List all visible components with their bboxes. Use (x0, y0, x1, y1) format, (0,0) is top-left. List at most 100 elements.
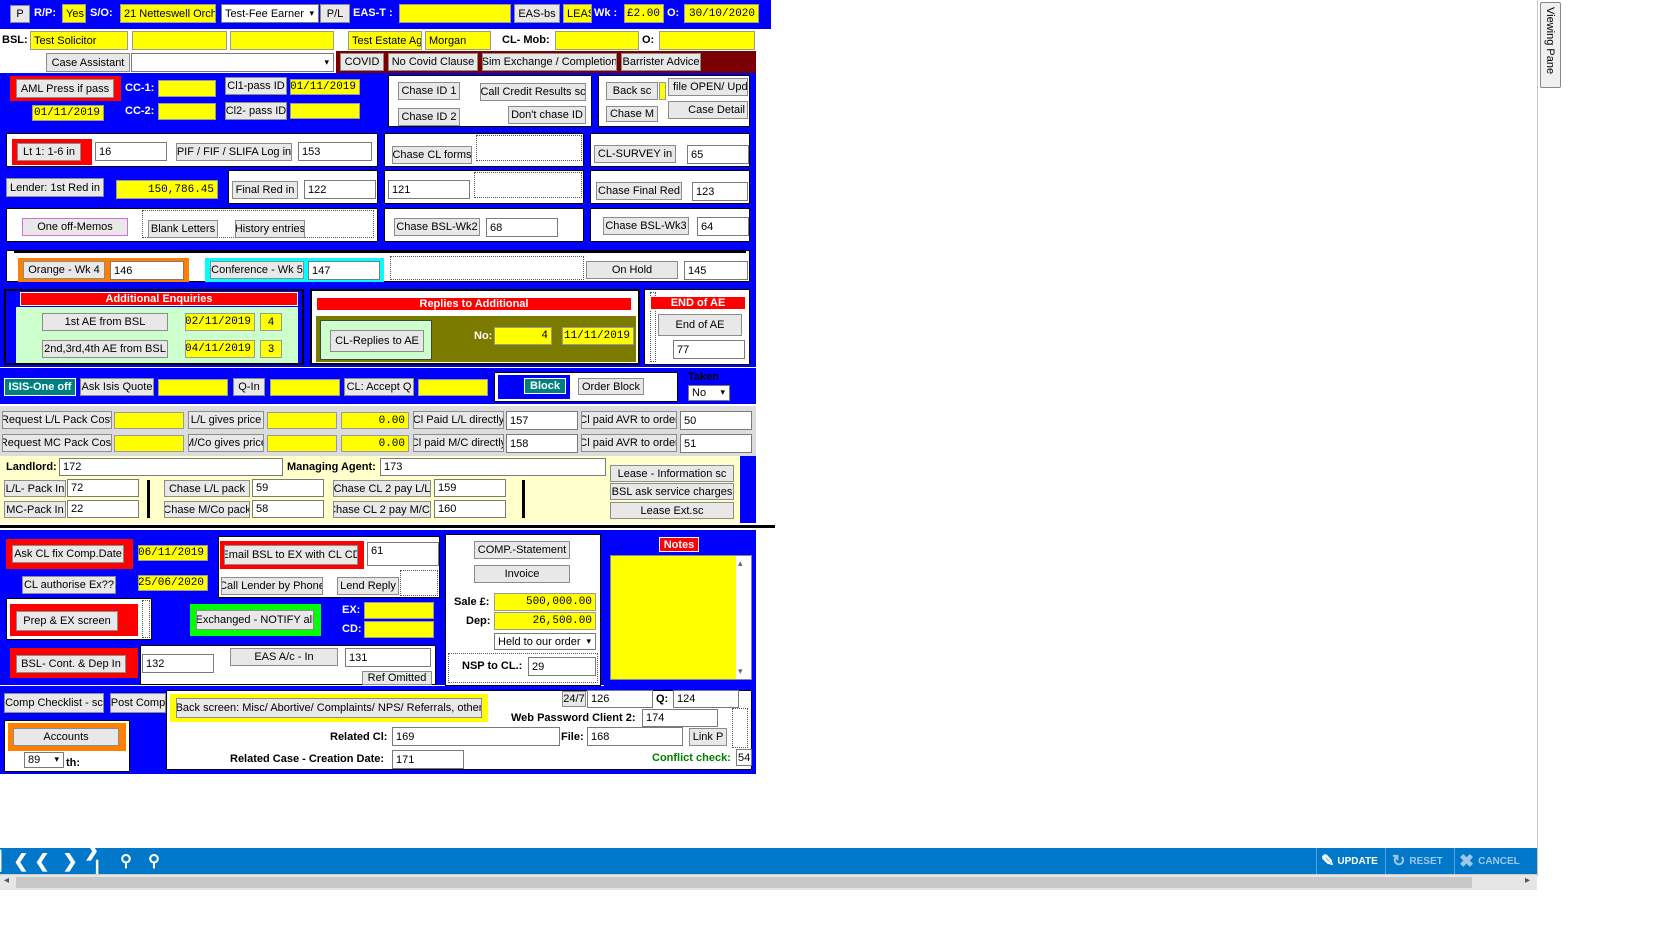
lender-amount[interactable]: 150,786.45 (116, 180, 218, 199)
conference-button[interactable]: Conference - Wk 5 (210, 261, 304, 279)
cc1-field[interactable] (158, 80, 216, 97)
req-mc-button[interactable]: Request MC Pack Cost (2, 434, 112, 452)
file-field[interactable]: 168 (587, 727, 683, 746)
covid-button[interactable]: COVID (340, 53, 384, 71)
eas-ac-field[interactable]: 131 (345, 648, 431, 667)
search-icon[interactable]: ⚲ (112, 848, 140, 874)
lease-info-button[interactable]: Lease - Information sc (610, 465, 734, 482)
exchanged-button[interactable]: Exchanged - NOTIFY all (196, 610, 314, 630)
cl-accept-field[interactable] (418, 379, 488, 396)
ref-omitted-button[interactable]: Ref Omitted (362, 671, 432, 685)
avr1-button[interactable]: Cl paid AVR to order (581, 411, 677, 429)
scroll-down-icon[interactable]: ▾ (738, 666, 743, 677)
cc2-field[interactable] (158, 103, 216, 120)
avr1-field[interactable]: 50 (680, 411, 752, 430)
final-red-field[interactable]: 122 (304, 180, 376, 199)
q-in-field[interactable] (270, 379, 340, 396)
orange-field[interactable]: 146 (110, 261, 184, 280)
mc-amount[interactable]: 0.00 (341, 435, 409, 452)
orange-button[interactable]: Orange - Wk 4 (23, 261, 105, 279)
cd-field[interactable] (364, 621, 434, 638)
chase-cl2-ll-button[interactable]: Chase CL 2 pay L/L (333, 480, 431, 497)
last-record-icon[interactable]: ❯▕ (84, 840, 112, 881)
email-bsl-button[interactable]: Email BSL to EX with CL CD (224, 545, 358, 565)
val121-field[interactable]: 121 (388, 180, 470, 199)
eas-bs-button[interactable]: EAS-bs (514, 4, 560, 23)
second-ae-button[interactable]: 2nd,3rd,4th AE from BSL (42, 340, 168, 358)
notes-textarea[interactable] (610, 555, 752, 680)
lender-red-button[interactable]: Lender: 1st Red in (6, 178, 104, 197)
first-record-icon[interactable]: ▏❮ (0, 848, 28, 874)
ll-gives-button[interactable]: L/L gives price (188, 411, 264, 429)
cl-survey-field[interactable]: 65 (687, 145, 749, 164)
lt1-button[interactable]: Lt 1: 1-6 in (17, 143, 81, 161)
chase-cl2-mco-field[interactable]: 160 (434, 500, 506, 518)
bsl-cont-button[interactable]: BSL- Cont. & Dep In (16, 655, 126, 673)
h24-button[interactable]: 24/7 (562, 691, 586, 707)
chase-m-button[interactable]: Chase M (606, 106, 658, 122)
scroll-left-icon[interactable]: ◂ (4, 875, 9, 886)
landlord-field[interactable]: 172 (59, 458, 283, 476)
cl-mob-field[interactable] (555, 31, 639, 50)
conflict-field[interactable]: 54 (736, 749, 752, 766)
nsp-field[interactable]: 29 (528, 657, 596, 676)
chase-ll-pack-field[interactable]: 59 (252, 479, 324, 497)
leas-button[interactable]: LEAS (563, 4, 592, 23)
avr2-field[interactable]: 51 (680, 434, 752, 453)
pl-button[interactable]: P/L (320, 4, 350, 23)
pif-field[interactable]: 153 (298, 142, 372, 161)
chase-final-red-button[interactable]: Chase Final Red (596, 182, 682, 200)
o-value[interactable]: 30/10/2020 (684, 4, 759, 23)
order-block-button[interactable]: Order Block (578, 378, 644, 395)
solicitor-field[interactable]: Test Solicitor (30, 31, 128, 50)
so-value[interactable]: 21 Netteswell Orchar (120, 4, 216, 23)
email-field[interactable]: 61 (367, 542, 439, 566)
reset-button[interactable]: ↻ RESET (1385, 848, 1453, 874)
second-ae-count[interactable]: 3 (260, 340, 282, 358)
viewing-pane-tab[interactable]: Viewing Pane (1540, 2, 1561, 88)
wk3-field[interactable]: 64 (697, 217, 749, 236)
estate-agent-field[interactable]: Test Estate Age (348, 31, 422, 50)
mco-gives-button[interactable]: M/Co gives price (188, 434, 264, 452)
first-ae-button[interactable]: 1st AE from BSL (42, 313, 168, 331)
q-in-button[interactable]: Q-In (233, 378, 265, 396)
bsl-service-button[interactable]: BSL ask service charges (610, 483, 734, 500)
ll-pack-in-button[interactable]: L/L- Pack In (4, 480, 66, 497)
chase-final-field[interactable]: 123 (692, 182, 748, 201)
end-ae-field[interactable]: 77 (673, 340, 745, 359)
first-ae-count[interactable]: 4 (260, 313, 282, 331)
chase-bsl-wk3-button[interactable]: Chase BSL-Wk3 (603, 217, 689, 235)
one-off-memos-button[interactable]: One off-Memos (22, 218, 128, 236)
mco-gives-field[interactable] (267, 435, 337, 452)
comp-checklist-button[interactable]: Comp Checklist - sc (4, 693, 104, 713)
req-ll-button[interactable]: Request L/L Pack Cost (2, 411, 112, 429)
back-screen-button[interactable]: Back screen: Misc/ Abortive/ Complaints/… (176, 698, 482, 718)
mc-pack-in-field[interactable]: 22 (67, 500, 139, 518)
cl1-pass-button[interactable]: Cl1-pass ID (225, 77, 287, 95)
taken-select[interactable]: No ▾ (688, 385, 730, 401)
replies-date[interactable]: 11/11/2019 (562, 327, 634, 345)
sim-exchange-button[interactable]: Sim Exchange / Completion (482, 53, 617, 71)
ll-gives-field[interactable] (267, 412, 337, 429)
invoice-button[interactable]: Invoice (474, 565, 570, 583)
case-assistant-select[interactable]: ▾ (131, 53, 334, 72)
managing-field[interactable]: 173 (380, 458, 606, 476)
barrister-button[interactable]: Barrister Advice (621, 53, 701, 71)
comp-statement-button[interactable]: COMP.-Statement (474, 541, 570, 559)
rp-value[interactable]: Yes (62, 4, 86, 23)
req-ll-field[interactable] (114, 412, 184, 429)
ask-isis-field[interactable] (158, 379, 228, 396)
file-open-button[interactable]: file OPEN/ Upda (668, 78, 748, 96)
accounts-button[interactable]: Accounts (13, 728, 119, 746)
ask-cl-fix-button[interactable]: Ask CL fix Comp.Date (12, 545, 124, 563)
held-select[interactable]: Held to our order ▾ (494, 633, 596, 650)
pif-button[interactable]: PIF / FIF / SLIFA Log in (176, 143, 292, 161)
req-mc-field[interactable] (114, 435, 184, 452)
eas-ac-button[interactable]: EAS A/c - In (230, 648, 338, 666)
next-record-icon[interactable]: ❯ (56, 848, 84, 874)
cl-paid-mc-button[interactable]: Cl paid M/C directly (413, 434, 504, 452)
notes-scrollbar[interactable] (736, 556, 751, 679)
bsl-cont-field[interactable]: 132 (142, 654, 214, 673)
bsl-field-3[interactable] (230, 31, 334, 50)
no-covid-button[interactable]: No Covid Clause (388, 53, 478, 71)
